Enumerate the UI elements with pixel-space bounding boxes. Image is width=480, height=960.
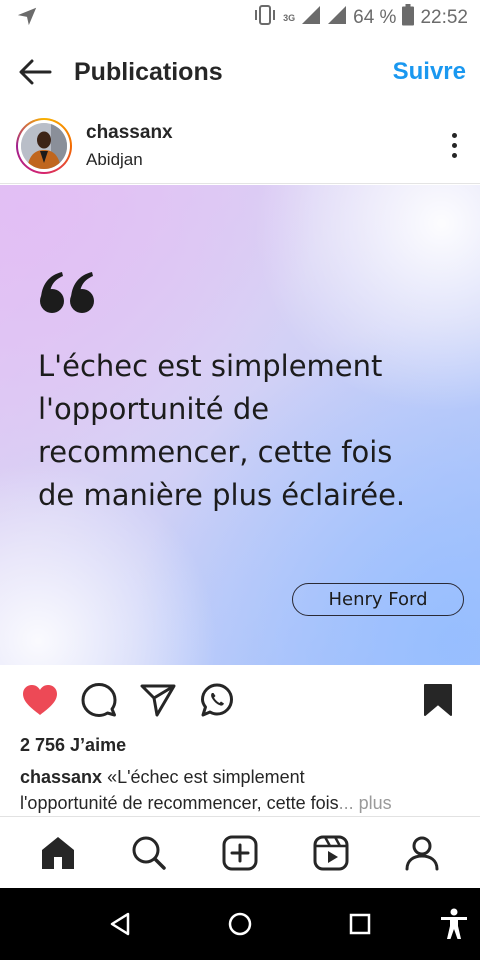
- nav-new-post[interactable]: [216, 829, 264, 877]
- likes-count[interactable]: 2 756 J’aime: [20, 735, 126, 756]
- caption-text-line1: «L'échec est simplement: [102, 767, 305, 787]
- quote-mark-icon: [40, 272, 94, 313]
- system-home-button[interactable]: [222, 906, 258, 942]
- system-back-button[interactable]: [102, 906, 138, 942]
- whatsapp-icon: [201, 683, 233, 717]
- quote-line: recommencer, cette fois: [38, 435, 393, 469]
- caption-username[interactable]: chassanx: [20, 767, 102, 787]
- home-circle-icon: [228, 912, 252, 936]
- clock: 22:52: [420, 7, 468, 28]
- quote-line: l'opportunité de: [38, 392, 270, 426]
- system-recents-button[interactable]: [342, 906, 378, 942]
- bottom-nav: [0, 816, 480, 888]
- nav-search[interactable]: [125, 829, 173, 877]
- avatar-photo: [21, 122, 67, 169]
- nav-home[interactable]: [34, 829, 82, 877]
- new-post-icon: [222, 835, 258, 870]
- signal-icon: [301, 5, 321, 31]
- battery-percent: 64 %: [353, 7, 397, 28]
- accessibility-button[interactable]: [436, 906, 472, 942]
- home-icon: [41, 836, 74, 869]
- whatsapp-share-button[interactable]: [197, 680, 237, 720]
- battery-icon: [402, 4, 415, 32]
- accessibility-icon: [441, 908, 467, 939]
- navigation-arrow-icon: [16, 5, 38, 32]
- back-arrow-icon: [19, 59, 52, 85]
- follow-button[interactable]: Suivre: [393, 58, 466, 86]
- heart-icon: [23, 685, 57, 715]
- post-header: chassanx Abidjan: [0, 108, 480, 184]
- quote-text: L'échec est simplement l'opportunité de …: [38, 345, 458, 517]
- system-nav-bar: [0, 888, 480, 960]
- post-caption[interactable]: chassanx «L'échec est simplement l'oppor…: [20, 764, 470, 816]
- bookmark-icon: [424, 684, 452, 716]
- avatar[interactable]: [16, 117, 72, 174]
- back-triangle-icon: [110, 912, 130, 936]
- profile-icon: [405, 836, 439, 870]
- page-title: Publications: [74, 57, 223, 86]
- post-image[interactable]: L'échec est simplement l'opportunité de …: [0, 185, 480, 665]
- post-actions: [0, 665, 480, 735]
- status-bar: 3G 64 % 22:52: [0, 0, 480, 36]
- quote-line: de manière plus éclairée.: [38, 478, 406, 512]
- comment-icon: [81, 683, 117, 717]
- signal-icon-2: [327, 5, 347, 31]
- comment-button[interactable]: [79, 680, 119, 720]
- back-button[interactable]: [16, 53, 54, 91]
- like-button[interactable]: [20, 680, 60, 720]
- caption-ellipsis: ...: [338, 793, 354, 813]
- share-icon: [140, 684, 176, 717]
- share-button[interactable]: [138, 680, 178, 720]
- network-type-label: 3G: [283, 12, 296, 23]
- quote-author: Henry Ford: [292, 583, 464, 616]
- nav-reels[interactable]: [307, 829, 355, 877]
- caption-more-link[interactable]: plus: [354, 793, 392, 813]
- search-icon: [132, 836, 166, 870]
- recents-square-icon: [349, 913, 371, 935]
- reels-icon: [313, 835, 349, 870]
- save-button[interactable]: [418, 680, 458, 720]
- post-username[interactable]: chassanx: [86, 122, 173, 144]
- more-options-icon[interactable]: [442, 129, 466, 163]
- nav-profile[interactable]: [398, 829, 446, 877]
- post-location[interactable]: Abidjan: [86, 150, 173, 170]
- quote-line: L'échec est simplement: [38, 349, 383, 383]
- caption-text-line2: l'opportunité de recommencer, cette fois: [20, 793, 339, 813]
- vibrate-icon: [253, 4, 277, 32]
- app-header: Publications Suivre: [0, 36, 480, 108]
